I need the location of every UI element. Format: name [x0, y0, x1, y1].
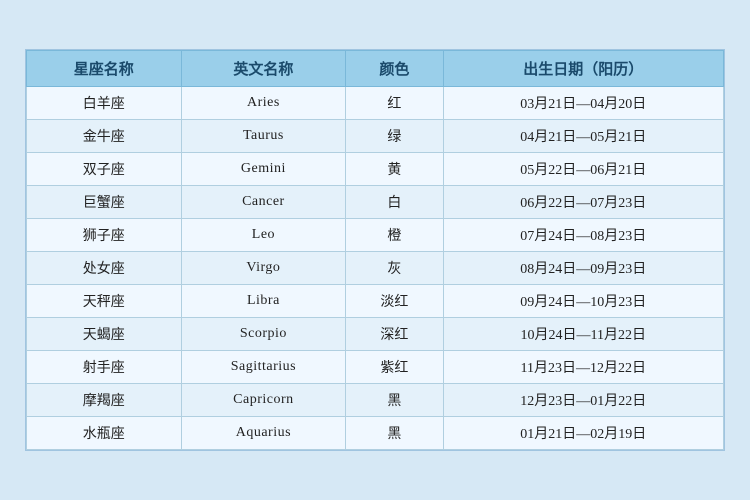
- cell-dates: 12月23日—01月22日: [443, 384, 723, 417]
- cell-english-name: Aries: [181, 87, 346, 120]
- cell-dates: 11月23日—12月22日: [443, 351, 723, 384]
- cell-english-name: Capricorn: [181, 384, 346, 417]
- cell-chinese-name: 摩羯座: [27, 384, 182, 417]
- cell-chinese-name: 巨蟹座: [27, 186, 182, 219]
- table-body: 白羊座Aries红03月21日—04月20日金牛座Taurus绿04月21日—0…: [27, 87, 724, 450]
- table-row: 白羊座Aries红03月21日—04月20日: [27, 87, 724, 120]
- cell-dates: 06月22日—07月23日: [443, 186, 723, 219]
- cell-color: 灰: [346, 252, 443, 285]
- cell-dates: 07月24日—08月23日: [443, 219, 723, 252]
- cell-english-name: Aquarius: [181, 417, 346, 450]
- cell-english-name: Leo: [181, 219, 346, 252]
- cell-dates: 09月24日—10月23日: [443, 285, 723, 318]
- header-color: 颜色: [346, 51, 443, 87]
- cell-color: 深红: [346, 318, 443, 351]
- table-header-row: 星座名称 英文名称 颜色 出生日期（阳历）: [27, 51, 724, 87]
- cell-chinese-name: 白羊座: [27, 87, 182, 120]
- cell-chinese-name: 水瓶座: [27, 417, 182, 450]
- cell-dates: 10月24日—11月22日: [443, 318, 723, 351]
- header-chinese-name: 星座名称: [27, 51, 182, 87]
- cell-chinese-name: 双子座: [27, 153, 182, 186]
- cell-dates: 01月21日—02月19日: [443, 417, 723, 450]
- cell-color: 紫红: [346, 351, 443, 384]
- table-row: 射手座Sagittarius紫红11月23日—12月22日: [27, 351, 724, 384]
- cell-color: 橙: [346, 219, 443, 252]
- cell-chinese-name: 射手座: [27, 351, 182, 384]
- cell-english-name: Virgo: [181, 252, 346, 285]
- cell-english-name: Gemini: [181, 153, 346, 186]
- table-row: 狮子座Leo橙07月24日—08月23日: [27, 219, 724, 252]
- header-dates: 出生日期（阳历）: [443, 51, 723, 87]
- zodiac-table: 星座名称 英文名称 颜色 出生日期（阳历） 白羊座Aries红03月21日—04…: [26, 50, 724, 450]
- cell-chinese-name: 金牛座: [27, 120, 182, 153]
- table-row: 摩羯座Capricorn黑12月23日—01月22日: [27, 384, 724, 417]
- cell-english-name: Sagittarius: [181, 351, 346, 384]
- cell-dates: 05月22日—06月21日: [443, 153, 723, 186]
- cell-chinese-name: 天蝎座: [27, 318, 182, 351]
- cell-dates: 03月21日—04月20日: [443, 87, 723, 120]
- cell-chinese-name: 天秤座: [27, 285, 182, 318]
- cell-english-name: Taurus: [181, 120, 346, 153]
- cell-english-name: Scorpio: [181, 318, 346, 351]
- table-row: 巨蟹座Cancer白06月22日—07月23日: [27, 186, 724, 219]
- cell-color: 黑: [346, 384, 443, 417]
- cell-english-name: Cancer: [181, 186, 346, 219]
- zodiac-table-container: 星座名称 英文名称 颜色 出生日期（阳历） 白羊座Aries红03月21日—04…: [25, 49, 725, 451]
- cell-color: 绿: [346, 120, 443, 153]
- table-row: 天秤座Libra淡红09月24日—10月23日: [27, 285, 724, 318]
- table-row: 金牛座Taurus绿04月21日—05月21日: [27, 120, 724, 153]
- cell-chinese-name: 狮子座: [27, 219, 182, 252]
- cell-color: 红: [346, 87, 443, 120]
- table-row: 水瓶座Aquarius黑01月21日—02月19日: [27, 417, 724, 450]
- cell-color: 黑: [346, 417, 443, 450]
- table-row: 处女座Virgo灰08月24日—09月23日: [27, 252, 724, 285]
- cell-english-name: Libra: [181, 285, 346, 318]
- table-row: 双子座Gemini黄05月22日—06月21日: [27, 153, 724, 186]
- cell-color: 黄: [346, 153, 443, 186]
- header-english-name: 英文名称: [181, 51, 346, 87]
- cell-color: 白: [346, 186, 443, 219]
- table-row: 天蝎座Scorpio深红10月24日—11月22日: [27, 318, 724, 351]
- cell-dates: 08月24日—09月23日: [443, 252, 723, 285]
- cell-color: 淡红: [346, 285, 443, 318]
- cell-chinese-name: 处女座: [27, 252, 182, 285]
- cell-dates: 04月21日—05月21日: [443, 120, 723, 153]
